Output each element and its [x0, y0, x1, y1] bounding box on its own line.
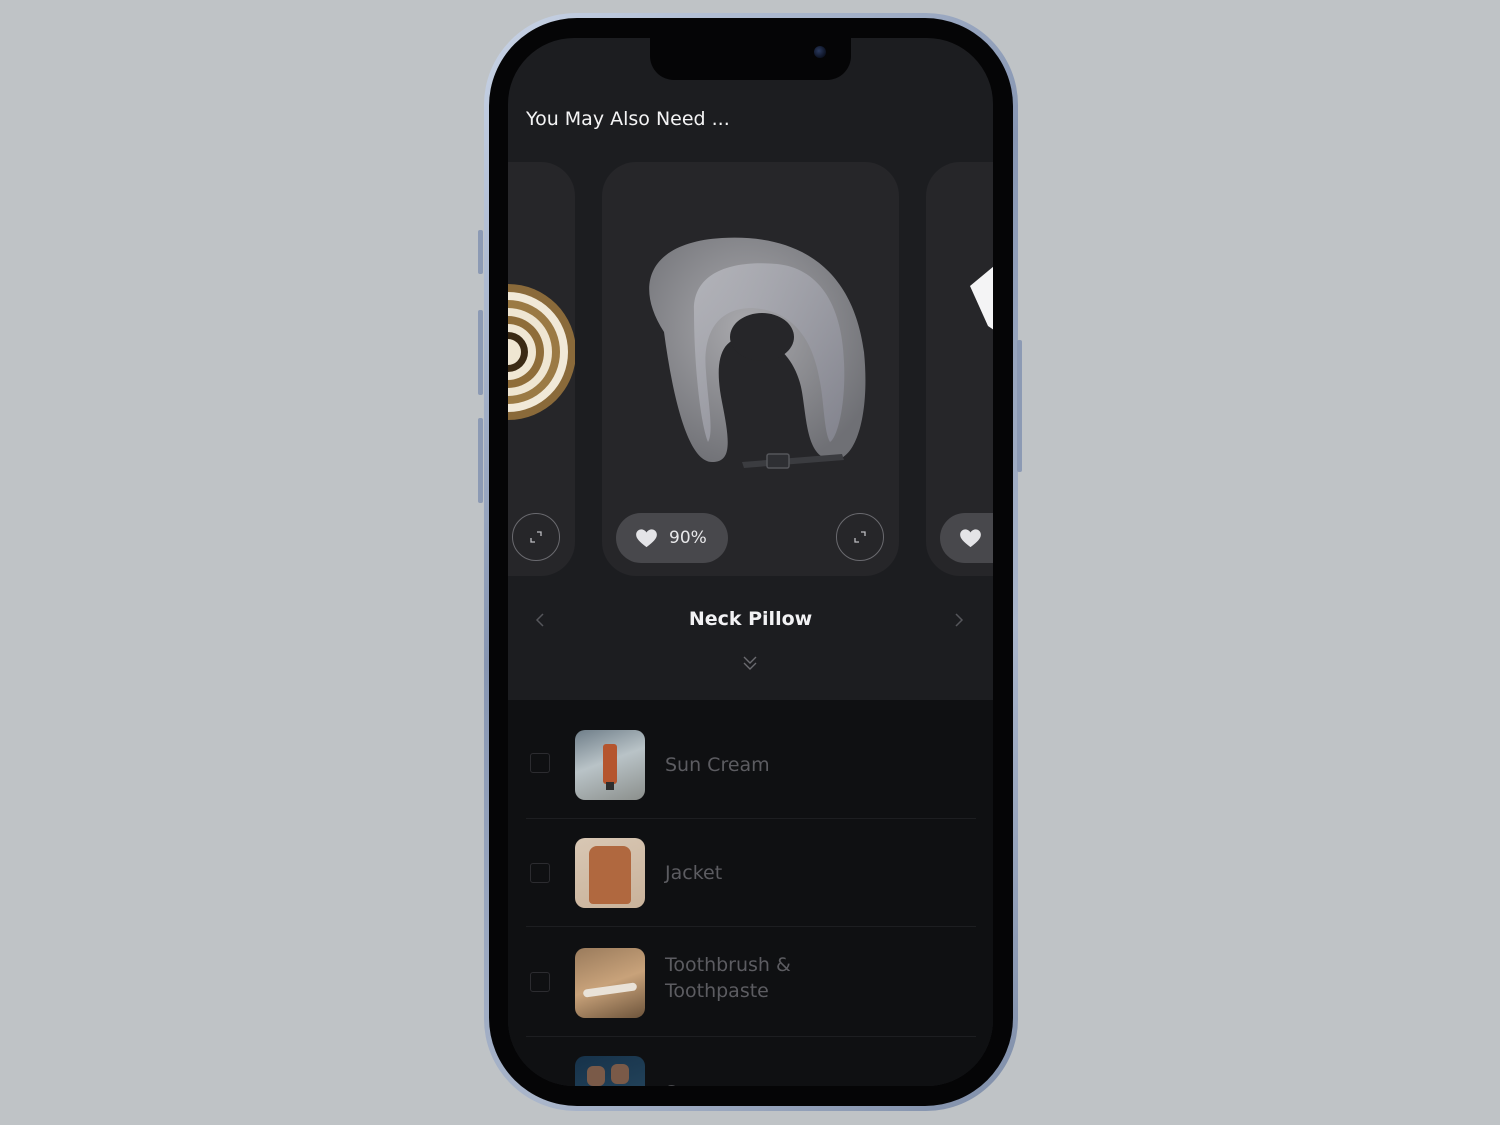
- heart-icon: [636, 528, 657, 547]
- silent-switch: [478, 230, 483, 274]
- front-camera: [814, 46, 826, 58]
- expand-icon: [854, 531, 866, 543]
- jacket-shape: [589, 846, 631, 904]
- carousel-card-current[interactable]: 90%: [602, 162, 899, 576]
- list-item[interactable]: Sun Cream: [508, 728, 993, 808]
- toothbrush-shape: [582, 982, 638, 998]
- item-label-line2: Toothpaste: [665, 980, 769, 1002]
- volume-down-button: [478, 418, 483, 503]
- double-chevron-down-icon[interactable]: [741, 654, 759, 672]
- chevron-right-icon[interactable]: [953, 612, 965, 628]
- item-label-line1: Toothbrush &: [665, 954, 791, 976]
- carousel-card-next[interactable]: [926, 162, 993, 576]
- neck-pillow-image: [649, 237, 866, 469]
- tube-cap: [606, 782, 614, 790]
- checkbox[interactable]: [530, 1081, 550, 1086]
- list-item[interactable]: S: [508, 1056, 993, 1086]
- checkbox[interactable]: [530, 972, 550, 992]
- section-title: You May Also Need ...: [526, 108, 730, 130]
- notch: [650, 38, 851, 80]
- shoes-thumbnail: [575, 1056, 645, 1086]
- like-pill[interactable]: 90%: [616, 513, 728, 563]
- shoe-left: [587, 1066, 605, 1086]
- tube-shape: [603, 744, 617, 784]
- divider: [526, 926, 976, 927]
- item-label: Toothbrush & Toothpaste: [665, 952, 791, 1004]
- item-label: S: [665, 1080, 677, 1086]
- list-item[interactable]: Toothbrush & Toothpaste: [508, 946, 993, 1026]
- checkbox[interactable]: [530, 863, 550, 883]
- like-pill-next[interactable]: [940, 513, 993, 563]
- sun-cream-thumbnail: [575, 730, 645, 800]
- checklist-panel: Sun Cream Jacket Toothbrush & Toothpaste: [508, 700, 993, 1086]
- item-label: Sun Cream: [665, 754, 770, 776]
- expand-icon: [530, 531, 542, 543]
- checkbox[interactable]: [530, 753, 550, 773]
- toothbrush-thumbnail: [575, 948, 645, 1018]
- carousel-card-previous[interactable]: [508, 162, 575, 576]
- item-label: Jacket: [665, 862, 723, 884]
- jacket-thumbnail: [575, 838, 645, 908]
- divider: [526, 818, 976, 819]
- heart-icon: [960, 528, 981, 547]
- app-screen: You May Also Need ... 90% Neck Pillow Su…: [508, 38, 993, 1086]
- power-button: [1017, 340, 1022, 472]
- expand-button[interactable]: [512, 513, 560, 561]
- divider: [526, 1036, 976, 1037]
- shoe-right: [611, 1064, 629, 1084]
- volume-up-button: [478, 310, 483, 395]
- expand-button[interactable]: [836, 513, 884, 561]
- list-item[interactable]: Jacket: [508, 838, 993, 918]
- like-percent: 90%: [669, 528, 707, 548]
- item-name: Neck Pillow: [688, 608, 813, 630]
